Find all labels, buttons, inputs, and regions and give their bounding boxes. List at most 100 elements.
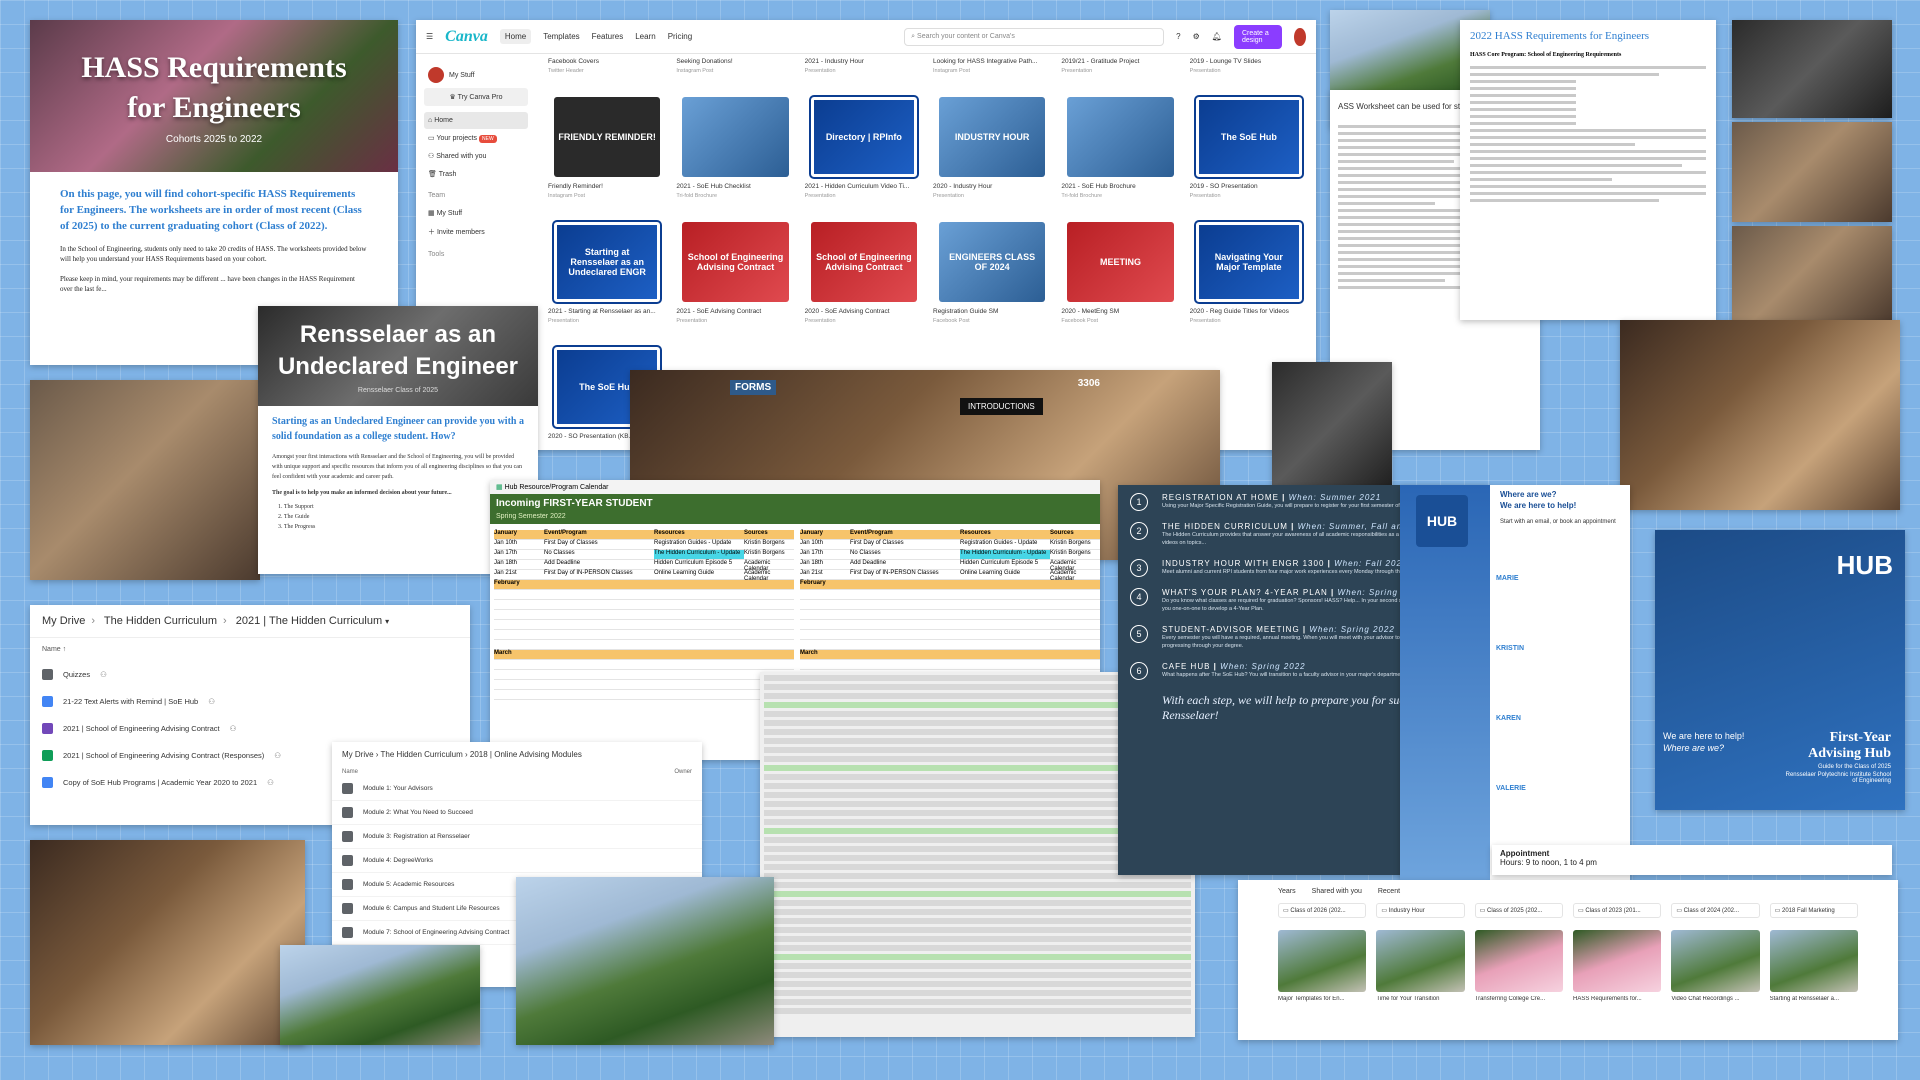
design-caption[interactable]: 2021 - SoE Advising Contract [676, 308, 794, 318]
sheet-month[interactable]: February [800, 580, 850, 589]
design-title[interactable]: Facebook Covers [548, 58, 666, 68]
design-thumbnail[interactable]: Starting at Rensselaer as an Undeclared … [551, 220, 663, 304]
file-row[interactable]: Quizzes ⚇ [30, 661, 470, 688]
folder-row[interactable]: Module 4: DegreeWorks [332, 849, 702, 873]
sheet-cell[interactable]: Kristin Borgens [744, 540, 794, 549]
nav-home[interactable]: Home [499, 29, 532, 44]
sheet-cell[interactable]: First Day of IN-PERSON Classes [544, 570, 654, 582]
sheet-cell[interactable]: Academic Calendar [1050, 570, 1100, 582]
sidebar-item-invite[interactable]: ＋ Invite members [424, 222, 528, 242]
design-title[interactable]: 2019 - Lounge TV Slides [1190, 58, 1308, 68]
design-caption[interactable]: 2021 - Hidden Curriculum Video Ti... [805, 183, 923, 193]
design-caption[interactable]: 2021 - SoE Hub Checklist [676, 183, 794, 193]
design-thumbnail[interactable]: Navigating Your Major Template [1193, 220, 1305, 304]
gear-icon[interactable]: ⚙ [1193, 32, 1200, 41]
design-card[interactable]: Major Templates for En... [1278, 924, 1367, 1002]
design-caption[interactable]: 2020 - Industry Hour [933, 183, 1051, 193]
arrow-up-icon[interactable]: ↑ [63, 646, 67, 653]
design-thumbnail[interactable]: School of Engineering Advising Contract [810, 222, 917, 302]
design-caption[interactable]: Starting at Rensselaer a... [1770, 996, 1858, 1002]
design-card[interactable]: Transferring College Cre... [1474, 924, 1563, 1002]
breadcrumb-item[interactable]: The Hidden Curriculum [104, 615, 217, 627]
design-thumbnail[interactable] [1769, 930, 1858, 992]
sheet-cell[interactable]: The Hidden Curriculum - Update [654, 550, 744, 559]
design-tile[interactable]: School of Engineering Advising Contract 2… [676, 210, 794, 327]
design-thumbnail[interactable]: INDUSTRY HOUR [939, 97, 1046, 177]
sheet-column-header[interactable]: Event/Program [850, 530, 960, 539]
file-row[interactable]: 2021 | School of Engineering Advising Co… [30, 715, 470, 742]
sheet-column-header[interactable]: January [800, 530, 850, 539]
sheet-cell[interactable]: Kristin Borgens [1050, 550, 1100, 559]
owner-column-header[interactable]: Owner [674, 769, 692, 775]
design-title[interactable]: 2019/21 - Gratitude Project [1061, 58, 1179, 68]
design-title[interactable]: Seeking Donations! [676, 58, 794, 68]
canva-search-input[interactable]: ⌕ Search your content or Canva's [904, 27, 1165, 46]
sheet-cell[interactable]: Academic Calendar [744, 570, 794, 582]
design-tile[interactable]: 2021 - SoE Hub Checklist Tri-fold Brochur… [676, 85, 794, 202]
sheet-cell[interactable]: No Classes [544, 550, 654, 559]
sheet-cell[interactable]: Jan 10th [494, 540, 544, 549]
sheet-column-header[interactable]: Sources [1050, 530, 1100, 539]
folder-tab[interactable]: Recent [1378, 888, 1400, 895]
design-thumbnail[interactable] [1671, 930, 1760, 992]
design-caption[interactable]: Registration Guide SM [933, 308, 1051, 318]
design-caption[interactable]: Time for Your Transition [1376, 996, 1464, 1002]
folder-tab[interactable]: Shared with you [1312, 888, 1362, 895]
sheet-cell[interactable]: First Day of Classes [850, 540, 960, 549]
design-thumbnail[interactable] [1572, 930, 1662, 992]
sheet-cell[interactable]: Registration Guides - Update [654, 540, 744, 549]
design-title[interactable]: 2021 - Industry Hour [805, 58, 923, 68]
sheet-cell[interactable]: Online Learning Guide [654, 570, 744, 582]
design-tile[interactable]: FRIENDLY REMINDER! Friendly Reminder! Inst… [548, 85, 666, 202]
design-tile[interactable]: School of Engineering Advising Contract 2… [805, 210, 923, 327]
nav-templates[interactable]: Templates [543, 32, 579, 41]
design-card[interactable]: Video Chat Recordings ... [1671, 924, 1760, 1002]
breadcrumb-item[interactable]: 2018 | Online Advising Modules [470, 750, 582, 759]
design-card[interactable]: HASS Requirements for... [1572, 924, 1662, 1002]
folder-row[interactable]: Module 3: Registration at Rensselaer [332, 825, 702, 849]
folder-row[interactable]: Module 1: Your Advisors [332, 777, 702, 801]
design-tile[interactable]: INDUSTRY HOUR 2020 - Industry Hour Present… [933, 85, 1051, 202]
file-row[interactable]: 21-22 Text Alerts with Remind | SoE Hub ⚇ [30, 688, 470, 715]
sheet-month[interactable]: February [494, 580, 544, 589]
design-card[interactable]: Starting at Rensselaer a... [1769, 924, 1858, 1002]
folder-item[interactable]: ▭ Class of 2026 (202... [1278, 903, 1367, 918]
design-tile[interactable]: ENGINEERS CLASS OF 2024 Registration Guid… [933, 210, 1051, 327]
sheet-column-header[interactable]: Event/Program [544, 530, 654, 539]
sidebar-item-home[interactable]: ⌂ Home [424, 112, 528, 129]
design-thumbnail[interactable]: FRIENDLY REMINDER! [554, 97, 661, 177]
sheet-column-header[interactable]: Sources [744, 530, 794, 539]
sheet-cell[interactable]: The Hidden Curriculum - Update [960, 550, 1050, 559]
sidebar-item-my-stuff[interactable]: ▦ My Stuff [424, 204, 528, 222]
breadcrumb-item[interactable]: 2021 | The Hidden Curriculum [236, 615, 382, 627]
design-tile[interactable]: 2021 - SoE Hub Brochure Tri-fold Brochure [1061, 85, 1179, 202]
design-thumbnail[interactable]: ENGINEERS CLASS OF 2024 [939, 222, 1046, 302]
design-caption[interactable]: Transferring College Cre... [1475, 996, 1563, 1002]
design-caption[interactable]: Friendly Reminder! [548, 183, 666, 193]
nav-pricing[interactable]: Pricing [668, 32, 692, 41]
sheets-file-name[interactable]: Hub Resource/Program Calendar [505, 484, 609, 491]
design-card[interactable]: Time for Your Transition [1376, 924, 1465, 1002]
nav-learn[interactable]: Learn [635, 32, 655, 41]
design-tile[interactable]: Starting at Rensselaer as an Undeclared … [548, 210, 666, 327]
folder-item[interactable]: ▭ Class of 2024 (202... [1671, 903, 1760, 918]
design-thumbnail[interactable]: School of Engineering Advising Contract [682, 222, 789, 302]
canva-logo[interactable]: Canva [445, 28, 488, 46]
sheet-cell[interactable]: Jan 17th [800, 550, 850, 559]
sheet-cell[interactable]: Kristin Borgens [1050, 540, 1100, 549]
design-tile[interactable]: Navigating Your Major Template 2020 - Reg… [1190, 210, 1308, 327]
design-tile[interactable]: The SoE Hub 2019 - SO Presentation Present… [1190, 85, 1308, 202]
sheet-column-header[interactable]: Resources [654, 530, 744, 539]
folder-row[interactable]: Module 2: What You Need to Succeed [332, 801, 702, 825]
sheet-cell[interactable]: Jan 17th [494, 550, 544, 559]
account-switcher[interactable]: My Stuff [424, 62, 528, 88]
sheet-month[interactable]: March [494, 650, 544, 659]
design-caption[interactable]: 2020 - MeetEng SM [1061, 308, 1179, 318]
breadcrumb-item[interactable]: My Drive [42, 615, 85, 627]
design-thumbnail[interactable] [1278, 930, 1367, 992]
sidebar-item-shared[interactable]: ⚇ Shared with you [424, 147, 528, 165]
design-thumbnail[interactable]: MEETING [1067, 222, 1174, 302]
sheet-month[interactable]: March [800, 650, 850, 659]
design-thumbnail[interactable]: The SoE Hub [1193, 95, 1305, 179]
sheet-cell[interactable]: First Day of Classes [544, 540, 654, 549]
